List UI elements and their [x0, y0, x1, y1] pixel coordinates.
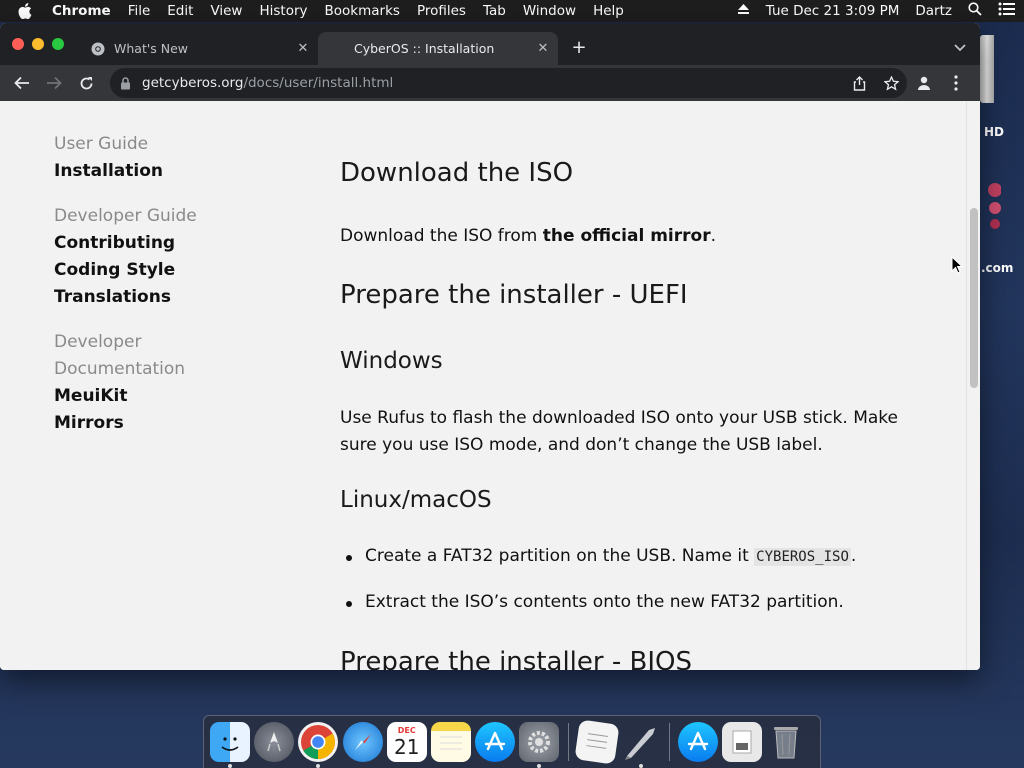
list-item: Extract the ISO’s contents onto the new …: [346, 592, 844, 612]
heading-prepare-uefi: Prepare the installer - UEFI: [340, 280, 688, 310]
safari-icon[interactable]: [342, 722, 383, 762]
desktop-file-icon[interactable]: [981, 178, 1001, 238]
app-store-downloads-icon[interactable]: [677, 722, 718, 762]
back-button[interactable]: [6, 67, 38, 99]
forward-button[interactable]: [38, 67, 70, 99]
menu-window[interactable]: Window: [523, 3, 576, 19]
forward-arrow-icon: [47, 76, 62, 90]
tab-strip: What's New ✕ CyberOS :: Installation ✕ +: [0, 23, 980, 65]
sidebar-link-meuikit[interactable]: MeuiKit: [54, 383, 204, 410]
browser-toolbar: getcyberos.org/docs/user/install.html: [0, 65, 980, 101]
windows-paragraph: Use Rufus to flash the downloaded ISO on…: [340, 408, 898, 455]
sidebar-heading-developer-guide: Developer Guide: [54, 206, 197, 226]
share-icon[interactable]: [843, 75, 875, 91]
download-paragraph: Download the ISO from the official mirro…: [340, 223, 930, 250]
sidebar-link-mirrors[interactable]: Mirrors: [54, 410, 204, 437]
scrollbar-thumb[interactable]: [970, 208, 978, 388]
minimize-window-button[interactable]: [32, 38, 44, 50]
clock[interactable]: Tue Dec 21 3:09 PM: [766, 3, 900, 19]
zoom-window-button[interactable]: [52, 38, 64, 50]
page-favicon-icon: [330, 41, 346, 57]
chrome-favicon-icon: [90, 41, 106, 57]
list-item-text-end: .: [850, 546, 857, 566]
menu-bar: Chrome File Edit View History Bookmarks …: [0, 0, 1024, 22]
menu-file[interactable]: File: [128, 3, 151, 19]
list-item: Create a FAT32 partition on the USB. Nam…: [345, 546, 857, 566]
dock-separator: [668, 723, 670, 761]
hard-drive-icon[interactable]: [980, 35, 994, 103]
notes-icon[interactable]: [430, 722, 471, 762]
menu-edit[interactable]: Edit: [167, 3, 193, 19]
close-tab-icon[interactable]: ✕: [534, 41, 552, 56]
sidebar-heading-developer-documentation: Developer Documentation: [54, 332, 186, 379]
drive-label: HD: [984, 125, 1005, 139]
dock-separator: [567, 723, 569, 761]
close-tab-icon[interactable]: ✕: [294, 41, 312, 56]
calendar-icon[interactable]: DEC 21: [386, 722, 427, 762]
app-store-icon[interactable]: [475, 722, 516, 762]
dock: DEC 21: [203, 715, 821, 768]
address-bar[interactable]: getcyberos.org/docs/user/install.html: [110, 68, 907, 98]
menubar-status-area: Tue Dec 21 3:09 PM Dartz: [721, 2, 1016, 20]
mouse-cursor-icon: [951, 256, 963, 274]
spotlight-search-icon[interactable]: [968, 2, 982, 20]
launchpad-icon[interactable]: [254, 722, 295, 762]
eject-icon[interactable]: [737, 3, 750, 19]
tab-title: What's New: [114, 41, 189, 56]
browser-window: What's New ✕ CyberOS :: Installation ✕ +…: [0, 23, 980, 670]
list-item-text: Create a FAT32 partition on the USB. Nam…: [365, 546, 755, 566]
trash-icon[interactable]: [766, 722, 806, 762]
reload-icon: [80, 76, 92, 89]
user-name[interactable]: Dartz: [915, 3, 952, 19]
reload-button[interactable]: [70, 67, 102, 99]
menu-profiles[interactable]: Profiles: [417, 3, 466, 19]
heading-prepare-bios: Prepare the installer - BIOS: [340, 647, 692, 670]
url-path: /docs/user/install.html: [243, 75, 394, 91]
url-host: getcyberos.org: [142, 75, 244, 91]
rocket-app-icon[interactable]: [621, 722, 661, 768]
textedit-icon[interactable]: [573, 719, 620, 765]
back-arrow-icon: [14, 76, 29, 90]
profile-avatar-icon[interactable]: [908, 67, 940, 99]
official-mirror-link[interactable]: the official mirror: [543, 226, 711, 246]
menu-view[interactable]: View: [210, 3, 242, 19]
heading-download-iso: Download the ISO: [340, 158, 574, 188]
apple-menu-icon[interactable]: [18, 3, 34, 19]
sidebar-heading-user-guide: User Guide: [54, 134, 149, 154]
heading-linux-macos: Linux/macOS: [340, 487, 492, 513]
download-text: Download the ISO from: [340, 226, 543, 246]
tab-search-chevron-icon[interactable]: [954, 37, 966, 56]
more-options-kebab-icon[interactable]: [940, 67, 972, 99]
page-content: User Guide Installation Developer Guide …: [0, 101, 966, 670]
tab-whats-new[interactable]: What's New ✕: [78, 32, 318, 65]
chrome-icon[interactable]: [298, 722, 339, 768]
tab-title: CyberOS :: Installation: [354, 41, 495, 56]
new-tab-button[interactable]: +: [568, 37, 590, 58]
iso-label-code: CYBEROS_ISO: [754, 548, 851, 566]
documents-stack-icon[interactable]: [722, 722, 763, 762]
page-scrollbar[interactable]: [966, 101, 980, 670]
desktop-file-label: .com: [981, 261, 1014, 275]
sidebar-link-translations[interactable]: Translations: [54, 284, 274, 311]
heading-windows: Windows: [340, 348, 443, 374]
finder-icon[interactable]: [210, 722, 250, 768]
calendar-day: 21: [394, 735, 420, 759]
menu-tab[interactable]: Tab: [483, 3, 506, 19]
menu-bookmarks[interactable]: Bookmarks: [325, 3, 400, 19]
control-center-icon[interactable]: [998, 2, 1016, 20]
url-text: getcyberos.org/docs/user/install.html: [142, 75, 393, 91]
sidebar-link-installation[interactable]: Installation: [54, 158, 274, 185]
sidebar-link-coding-style[interactable]: Coding Style: [54, 257, 274, 284]
sidebar-link-contributing[interactable]: Contributing: [54, 230, 274, 257]
download-text-end: .: [710, 226, 716, 246]
bookmark-star-icon[interactable]: [875, 75, 907, 91]
close-window-button[interactable]: [12, 38, 24, 50]
menu-help[interactable]: Help: [593, 3, 624, 19]
tab-cyberos-installation[interactable]: CyberOS :: Installation ✕: [318, 32, 558, 65]
system-preferences-gear-icon[interactable]: [519, 722, 560, 768]
menu-history[interactable]: History: [259, 3, 307, 19]
lock-icon[interactable]: [120, 76, 134, 90]
menu-app-name[interactable]: Chrome: [52, 3, 111, 19]
